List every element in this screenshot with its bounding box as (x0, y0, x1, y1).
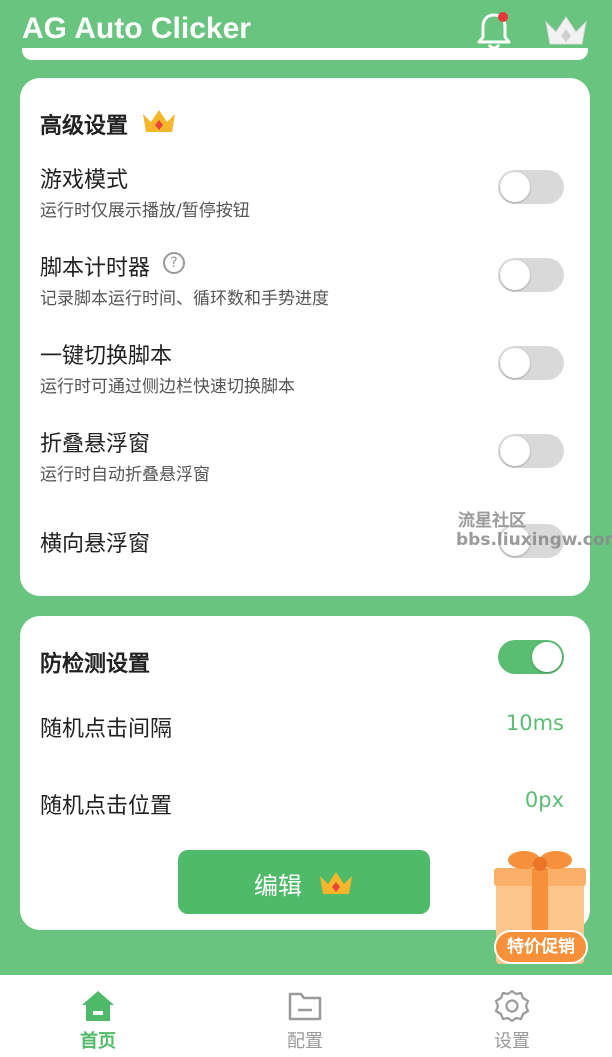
setting-subtitle: 运行时自动折叠悬浮窗 (40, 465, 210, 485)
promo-badge[interactable]: 特价促销 (494, 930, 588, 964)
collapse-float-toggle[interactable] (498, 434, 564, 468)
random-position-label: 随机点击位置 (40, 794, 173, 819)
edit-button[interactable]: 编辑 (178, 850, 430, 914)
nav-label-config: 配置 (287, 1031, 323, 1052)
home-icon (82, 991, 114, 1021)
watermark-text: 流星社区 (458, 511, 526, 531)
setting-row-game-mode[interactable]: 游戏模式 运行时仅展示播放/暂停按钮 (20, 162, 590, 232)
quick-switch-toggle[interactable] (498, 346, 564, 380)
setting-title: 横向悬浮窗 (40, 532, 151, 557)
setting-title: 一键切换脚本 (40, 344, 173, 369)
nav-label-home: 首页 (80, 1031, 116, 1052)
header-strip (22, 48, 588, 60)
random-position-value: 0px (524, 788, 564, 812)
setting-subtitle: 运行时可通过侧边栏快速切换脚本 (40, 377, 295, 397)
setting-title: 折叠悬浮窗 (40, 432, 151, 457)
crown-icon[interactable] (543, 14, 589, 48)
folder-icon (288, 992, 322, 1021)
setting-subtitle: 记录脚本运行时间、循环数和手势进度 (40, 289, 329, 309)
advanced-settings-title: 高级设置 (40, 114, 129, 139)
setting-title: 脚本计时器 (40, 256, 151, 281)
random-interval-label: 随机点击间隔 (40, 717, 173, 742)
random-interval-row[interactable]: 随机点击间隔 10ms (20, 711, 590, 751)
crown-icon (320, 872, 352, 894)
nav-item-config[interactable]: 配置 (245, 975, 365, 1057)
app-header: AG Auto Clicker (0, 0, 612, 62)
nav-label-settings: 设置 (494, 1031, 530, 1052)
nav-item-settings[interactable]: 设置 (452, 975, 572, 1057)
anti-detect-toggle[interactable] (498, 640, 564, 674)
script-timer-toggle[interactable] (498, 258, 564, 292)
setting-row-collapse-float[interactable]: 折叠悬浮窗 运行时自动折叠悬浮窗 (20, 426, 590, 496)
setting-row-script-timer[interactable]: 脚本计时器 ? 记录脚本运行时间、循环数和手势进度 (20, 250, 590, 320)
crown-icon (143, 110, 175, 132)
setting-title: 游戏模式 (40, 168, 129, 193)
gear-icon (494, 989, 530, 1023)
watermark-url: bbs.liuxingw.com (456, 530, 612, 550)
game-mode-toggle[interactable] (498, 170, 564, 204)
random-interval-value: 10ms (505, 711, 564, 735)
anti-detect-title: 防检测设置 (40, 652, 151, 677)
edit-button-label: 编辑 (254, 872, 302, 900)
app-title: AG Auto Clicker (22, 12, 251, 45)
random-position-row[interactable]: 随机点击位置 0px (20, 788, 590, 828)
bell-icon[interactable] (474, 10, 514, 52)
setting-row-quick-switch[interactable]: 一键切换脚本 运行时可通过侧边栏快速切换脚本 (20, 338, 590, 408)
help-icon[interactable]: ? (163, 252, 185, 274)
bottom-nav: 首页 配置 设置 (0, 975, 612, 1057)
setting-subtitle: 运行时仅展示播放/暂停按钮 (40, 201, 250, 221)
nav-item-home[interactable]: 首页 (38, 975, 158, 1057)
